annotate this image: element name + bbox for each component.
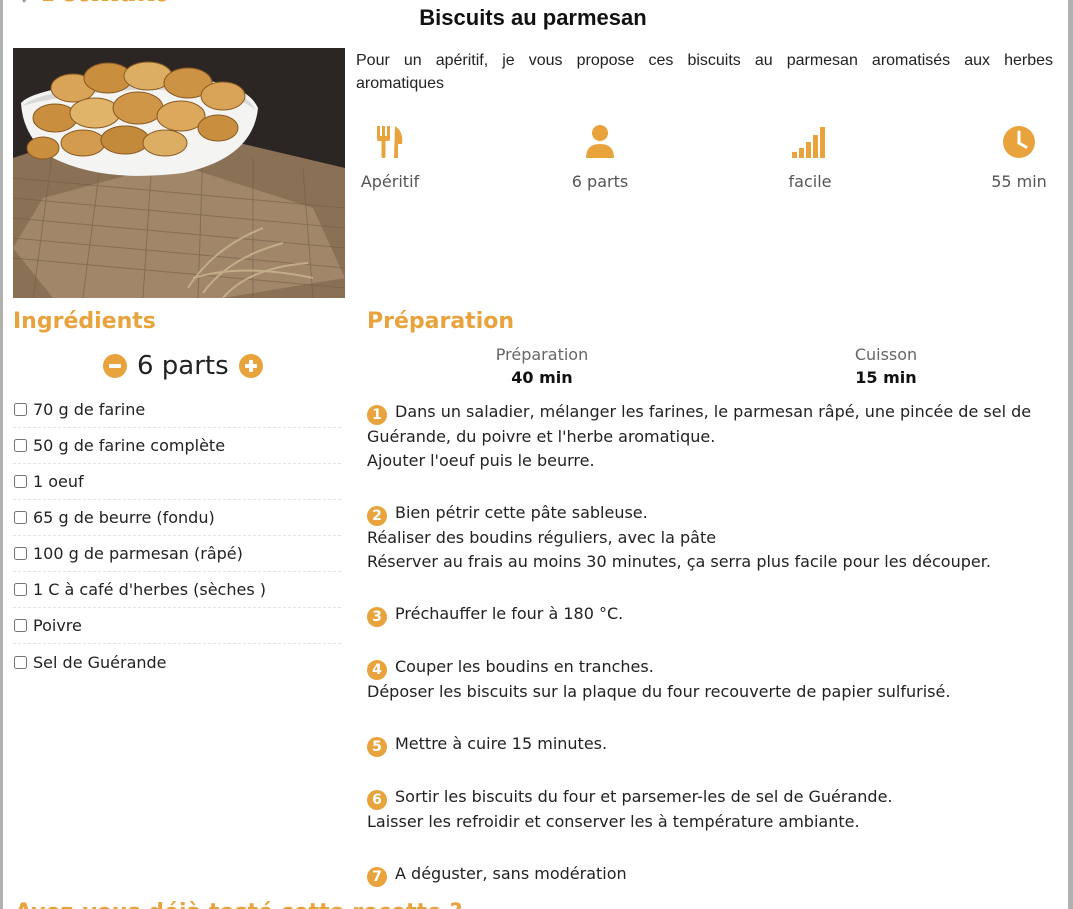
step-line: Réaliser des boudins réguliers, avec la … [367, 528, 717, 547]
step-number-badge: 6 [367, 790, 387, 810]
meta-difficulty-label: facile [788, 172, 832, 191]
ingredient-checkbox[interactable] [14, 547, 27, 560]
signal-bars-icon [792, 127, 825, 158]
ingredient-checkbox[interactable] [14, 475, 27, 488]
preparation-heading: Préparation [367, 309, 515, 334]
step-line: Guérande, du poivre et l'herbe aromatiqu… [367, 427, 716, 446]
step-5: 5 Mettre à cuire 15 minutes. [367, 732, 1067, 757]
recipe-photo [13, 48, 345, 298]
ingredient-checkbox[interactable] [14, 655, 27, 669]
biscuits-bowl-image [13, 48, 345, 298]
ingredient-row: 1 C à café d'herbes (sèches ) [13, 572, 341, 608]
ingredient-row: 65 g de beurre (fondu) [13, 500, 341, 536]
ingredient-label: 50 g de farine complète [33, 436, 226, 455]
decrease-servings-button[interactable] [103, 354, 127, 378]
step-line: Mettre à cuire 15 minutes. [395, 734, 608, 753]
step-number-badge: 7 [367, 867, 387, 887]
ingredient-checkbox[interactable] [14, 439, 27, 452]
prep-time-value: 40 min [511, 368, 573, 387]
step-line: Dans un saladier, mélanger les farines, … [395, 402, 1032, 421]
prep-time: Préparation 40 min [442, 345, 642, 387]
ingredient-row: 1 oeuf [13, 464, 341, 500]
ingredient-row: 50 g de farine complète [13, 428, 341, 464]
ingredients-list: 70 g de farine 50 g de farine complète 1… [13, 392, 341, 680]
ingredient-row: Poivre [13, 608, 341, 644]
meta-total-time-label: 55 min [991, 172, 1047, 191]
step-line: Déposer les biscuits sur la plaque du fo… [367, 682, 951, 701]
ingredient-label: Sel de Guérande [33, 652, 167, 672]
recipe-title: Biscuits au parmesan [419, 5, 647, 30]
meta-category: Apéritif [330, 124, 450, 191]
ingredient-checkbox[interactable] [14, 511, 27, 524]
fork-knife-icon [377, 126, 403, 158]
step-line: Réserver au frais au moins 30 minutes, ç… [367, 552, 991, 571]
ingredient-row: Sel de Guérande [13, 644, 341, 680]
ingredient-label: Poivre [33, 616, 82, 635]
meta-servings: 6 parts [540, 124, 660, 191]
ingredient-label: 100 g de parmesan (râpé) [33, 544, 243, 563]
meta-total-time: 55 min [959, 124, 1073, 191]
meta-difficulty: facile [750, 124, 870, 191]
recipe-intro: Pour un apéritif, je vous propose ces bi… [356, 52, 1053, 92]
step-line: Laisser les refroidir et conserver les à… [367, 812, 860, 831]
servings-stepper: 6 parts [103, 349, 263, 383]
ingredient-checkbox[interactable] [14, 619, 27, 632]
step-number-badge: 4 [367, 660, 387, 680]
meta-category-label: Apéritif [360, 172, 420, 191]
ingredient-row: 100 g de parmesan (râpé) [13, 536, 341, 572]
cook-time-value: 15 min [855, 368, 917, 387]
servings-value: 6 parts [137, 351, 229, 381]
step-line: Ajouter l'oeuf puis le beurre. [367, 451, 595, 470]
step-number-badge: 1 [367, 405, 387, 425]
increase-servings-button[interactable] [238, 354, 263, 378]
next-section-heading: Avez-vous déjà testé cette recette ? [15, 900, 462, 909]
clock-icon [1003, 126, 1035, 158]
preparation-steps: 1 Dans un saladier, mélanger les farines,… [367, 400, 1067, 887]
ingredient-checkbox[interactable] [14, 583, 27, 596]
ingredient-label: 1 oeuf [33, 472, 84, 491]
step-line: A déguster, sans modération [395, 864, 627, 883]
step-line: Sortir les biscuits du four et parsemer-… [395, 787, 893, 806]
step-line: Bien pétrir cette pâte sableuse. [395, 503, 648, 522]
cook-time: Cuisson 15 min [786, 345, 986, 387]
step-number-badge: 3 [367, 607, 387, 627]
prep-time-label: Préparation [495, 345, 589, 364]
ingredient-label: 1 C à café d'herbes (sèches ) [33, 580, 266, 599]
ingredient-row: 70 g de farine [13, 392, 341, 428]
step-line: Préchauffer le four à 180 °C. [395, 604, 624, 623]
meta-servings-label: 6 parts [571, 172, 629, 191]
step-number-badge: 2 [367, 506, 387, 526]
step-3: 3 Préchauffer le four à 180 °C. [367, 602, 1067, 627]
step-2: 2 Bien pétrir cette pâte sableuse. Réalis… [367, 501, 1067, 574]
ingredient-checkbox[interactable] [14, 403, 27, 416]
ingredient-label: 70 g de farine [33, 400, 146, 419]
step-number-badge: 5 [367, 737, 387, 757]
cook-time-label: Cuisson [854, 345, 918, 364]
step-6: 6 Sortir les biscuits du four et parsemer… [367, 785, 1067, 834]
step-7: 7 A déguster, sans modération [367, 862, 1067, 887]
person-icon [586, 125, 614, 158]
step-4: 4 Couper les boudins en tranches. Déposer… [367, 655, 1067, 704]
ingredients-heading: Ingrédients [13, 309, 156, 334]
ingredient-label: 65 g de beurre (fondu) [33, 508, 215, 527]
step-line: Couper les boudins en tranches. [395, 657, 654, 676]
step-1: 1 Dans un saladier, mélanger les farines,… [367, 400, 1067, 473]
